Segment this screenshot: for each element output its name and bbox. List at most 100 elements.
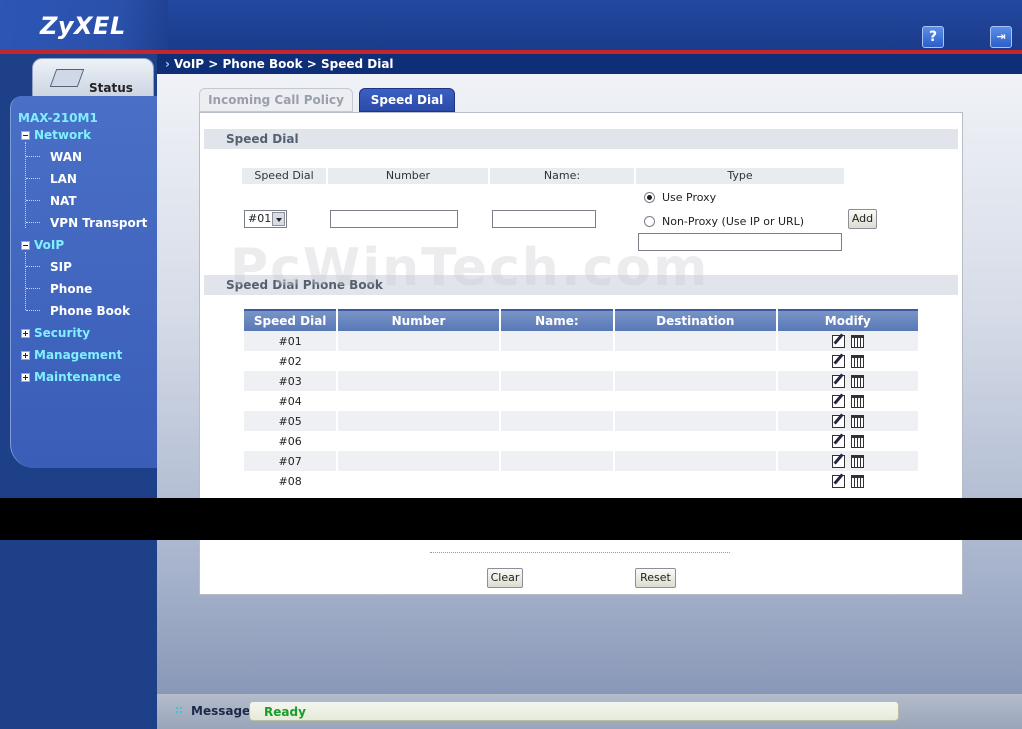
cell-destination <box>615 331 776 351</box>
cell-number <box>338 431 499 451</box>
cell-number <box>338 371 499 391</box>
add-button[interactable]: Add <box>848 209 877 229</box>
breadcrumb-arrow-icon: › <box>165 57 170 71</box>
cell-name <box>500 371 614 391</box>
table-header-row: Speed Dial Number Name: Destination Modi… <box>244 309 918 331</box>
message-text: Ready <box>264 705 306 719</box>
cell-number <box>338 331 499 351</box>
edit-icon[interactable] <box>831 334 845 348</box>
device-name: MAX-210M1 <box>18 111 98 125</box>
menu-item-sip[interactable]: SIP <box>50 260 72 274</box>
cell-modify <box>777 451 918 471</box>
form-header-speed-dial: Speed Dial <box>242 168 326 184</box>
cell-number <box>338 471 499 491</box>
speed-dial-select[interactable]: #01 <box>244 210 287 228</box>
collapse-icon[interactable] <box>21 241 30 250</box>
use-proxy-label: Use Proxy <box>662 191 717 204</box>
breadcrumb-bar: › VoIP > Phone Book > Speed Dial <box>157 54 1022 74</box>
delete-icon[interactable] <box>850 454 864 468</box>
delete-icon[interactable] <box>850 374 864 388</box>
delete-icon[interactable] <box>850 334 864 348</box>
expand-icon[interactable] <box>21 373 30 382</box>
menu-item-phone[interactable]: Phone <box>50 282 92 296</box>
menu-voip[interactable]: VoIP <box>21 238 64 252</box>
non-proxy-label: Non-Proxy (Use IP or URL) <box>662 215 805 228</box>
edit-icon[interactable] <box>831 434 845 448</box>
table-row: #07 <box>244 451 918 471</box>
menu-item-phone-book[interactable]: Phone Book <box>50 304 130 318</box>
delete-icon[interactable] <box>850 434 864 448</box>
cell-number <box>338 391 499 411</box>
cell-name <box>500 331 614 351</box>
cell-destination <box>615 451 776 471</box>
menu-item-lan[interactable]: LAN <box>50 172 77 186</box>
message-bar: Message Ready <box>157 694 1022 729</box>
table-row: #03 <box>244 371 918 391</box>
edit-icon[interactable] <box>831 454 845 468</box>
collapse-icon[interactable] <box>21 131 30 140</box>
expand-icon[interactable] <box>21 329 30 338</box>
number-input[interactable] <box>330 210 458 228</box>
cell-destination <box>615 351 776 371</box>
col-modify: Modify <box>777 309 918 331</box>
col-destination: Destination <box>615 309 776 331</box>
tree-line <box>26 156 40 157</box>
col-number: Number <box>338 309 499 331</box>
cell-destination <box>615 391 776 411</box>
cell-name <box>500 351 614 371</box>
cell-modify <box>777 371 918 391</box>
menu-security[interactable]: Security <box>21 326 90 340</box>
delete-icon[interactable] <box>850 394 864 408</box>
tab-incoming-call-policy[interactable]: Incoming Call Policy <box>199 88 353 112</box>
message-label: Message <box>191 704 251 718</box>
edit-icon[interactable] <box>831 474 845 488</box>
cell-speed-dial: #07 <box>244 451 337 471</box>
menu-management[interactable]: Management <box>21 348 122 362</box>
cell-modify <box>777 411 918 431</box>
help-icon[interactable]: ? <box>922 26 944 48</box>
edit-icon[interactable] <box>831 354 845 368</box>
chevron-down-icon[interactable] <box>272 212 285 226</box>
cell-name <box>500 411 614 431</box>
non-proxy-radio[interactable] <box>644 216 655 227</box>
table-row: #02 <box>244 351 918 371</box>
form-header-number: Number <box>328 168 488 184</box>
phone-book-table: Speed Dial Number Name: Destination Modi… <box>242 309 920 491</box>
expand-icon[interactable] <box>21 351 30 360</box>
watermark: PcWinTech.com <box>230 238 710 298</box>
menu-item-vpn-transport[interactable]: VPN Transport <box>50 216 147 230</box>
menu-maintenance[interactable]: Maintenance <box>21 370 121 384</box>
status-label: Status <box>89 81 133 95</box>
delete-icon[interactable] <box>850 354 864 368</box>
edit-icon[interactable] <box>831 414 845 428</box>
cell-name <box>500 391 614 411</box>
cell-destination <box>615 371 776 391</box>
menu-item-nat[interactable]: NAT <box>50 194 77 208</box>
table-row: #08 <box>244 471 918 491</box>
delete-icon[interactable] <box>850 474 864 488</box>
tree-line <box>26 178 40 179</box>
cell-number <box>338 351 499 371</box>
cell-modify <box>777 391 918 411</box>
edit-icon[interactable] <box>831 394 845 408</box>
edit-icon[interactable] <box>831 374 845 388</box>
table-row: #05 <box>244 411 918 431</box>
tree-line <box>26 310 40 311</box>
menu-item-wan[interactable]: WAN <box>50 150 82 164</box>
name-input[interactable] <box>492 210 596 228</box>
form-header-type: Type <box>636 168 844 184</box>
tab-speed-dial[interactable]: Speed Dial <box>359 88 455 112</box>
cell-destination <box>615 431 776 451</box>
menu-network[interactable]: Network <box>21 128 91 142</box>
cell-number <box>338 411 499 431</box>
delete-icon[interactable] <box>850 414 864 428</box>
top-header: ZyXEL ? ⇥ <box>0 0 1022 52</box>
cell-modify <box>777 471 918 491</box>
col-name: Name: <box>500 309 614 331</box>
logout-icon[interactable]: ⇥ <box>990 26 1012 48</box>
clear-button[interactable]: Clear <box>487 568 523 588</box>
reset-button[interactable]: Reset <box>635 568 676 588</box>
cell-speed-dial: #06 <box>244 431 337 451</box>
cell-destination <box>615 411 776 431</box>
use-proxy-radio[interactable] <box>644 192 655 203</box>
